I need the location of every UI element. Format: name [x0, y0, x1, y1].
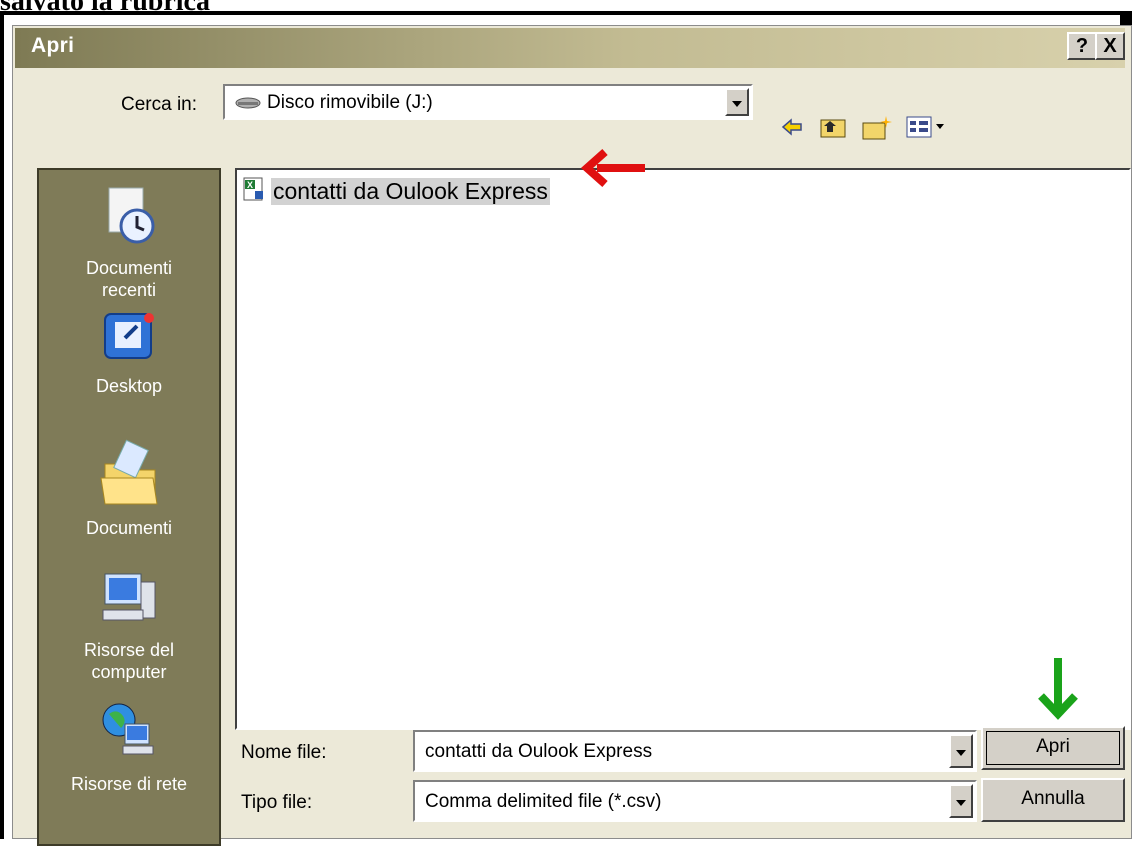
- place-my-computer[interactable]: Risorse del computer: [39, 568, 219, 683]
- place-label-line1: Risorse del: [83, 640, 175, 660]
- place-my-documents[interactable]: Documenti: [39, 438, 219, 539]
- recent-documents-icon: [39, 184, 219, 253]
- place-label-line1: Desktop: [95, 376, 163, 396]
- place-label-line1: Documenti: [85, 258, 173, 278]
- dialog-title: Apri: [31, 34, 75, 57]
- removable-drive-icon: [235, 96, 261, 114]
- look-in-dropdown[interactable]: Disco rimovibile (J:): [223, 84, 753, 120]
- filetype-value: Comma delimited file (*.csv): [425, 791, 662, 812]
- place-label-line2: computer: [91, 662, 167, 682]
- file-list[interactable]: X contatti da Oulook Express: [235, 168, 1131, 730]
- view-menu-icon[interactable]: [905, 114, 949, 144]
- look-in-dropdown-arrow[interactable]: [725, 88, 749, 116]
- cancel-button[interactable]: Annulla: [981, 778, 1125, 822]
- close-button[interactable]: X: [1095, 32, 1125, 60]
- new-folder-icon[interactable]: [861, 114, 893, 144]
- place-recent-documents[interactable]: Documenti recenti: [39, 184, 219, 301]
- help-button[interactable]: ?: [1067, 32, 1097, 60]
- place-label-line1: Risorse di rete: [70, 774, 188, 794]
- open-button[interactable]: Apri: [981, 726, 1125, 770]
- place-label-line2: recenti: [101, 280, 157, 300]
- red-arrow-annotation: [579, 146, 649, 195]
- back-icon[interactable]: [779, 114, 805, 144]
- look-in-value: Disco rimovibile (J:): [267, 92, 433, 113]
- my-documents-icon: [39, 438, 219, 513]
- desktop-icon: [39, 308, 219, 371]
- look-in-label: Cerca in:: [121, 94, 198, 115]
- filetype-dropdown-arrow[interactable]: [949, 784, 973, 818]
- open-file-dialog: Apri ? X Cerca in: Disco rimovibile (J:)…: [12, 25, 1132, 846]
- filename-label: Nome file:: [241, 742, 327, 763]
- network-icon: [39, 700, 219, 769]
- filename-input[interactable]: contatti da Oulook Express: [413, 730, 977, 772]
- list-item[interactable]: X contatti da Oulook Express: [241, 176, 550, 206]
- green-arrow-annotation: [1035, 656, 1081, 727]
- up-folder-icon[interactable]: [819, 114, 847, 144]
- excel-csv-file-icon: X: [241, 176, 267, 207]
- filetype-label: Tipo file:: [241, 792, 313, 813]
- places-bar: Documenti recenti Desktop Documenti Riso…: [37, 168, 221, 846]
- filename-dropdown-arrow[interactable]: [949, 734, 973, 768]
- place-network[interactable]: Risorse di rete: [39, 700, 219, 795]
- place-label-line1: Documenti: [85, 518, 173, 538]
- svg-text:X: X: [247, 180, 253, 190]
- my-computer-icon: [39, 568, 219, 635]
- filetype-select[interactable]: Comma delimited file (*.csv): [413, 780, 977, 822]
- place-desktop[interactable]: Desktop: [39, 308, 219, 397]
- file-name: contatti da Oulook Express: [271, 177, 550, 205]
- title-bar[interactable]: Apri ? X: [15, 28, 1125, 68]
- filename-value: contatti da Oulook Express: [425, 741, 653, 762]
